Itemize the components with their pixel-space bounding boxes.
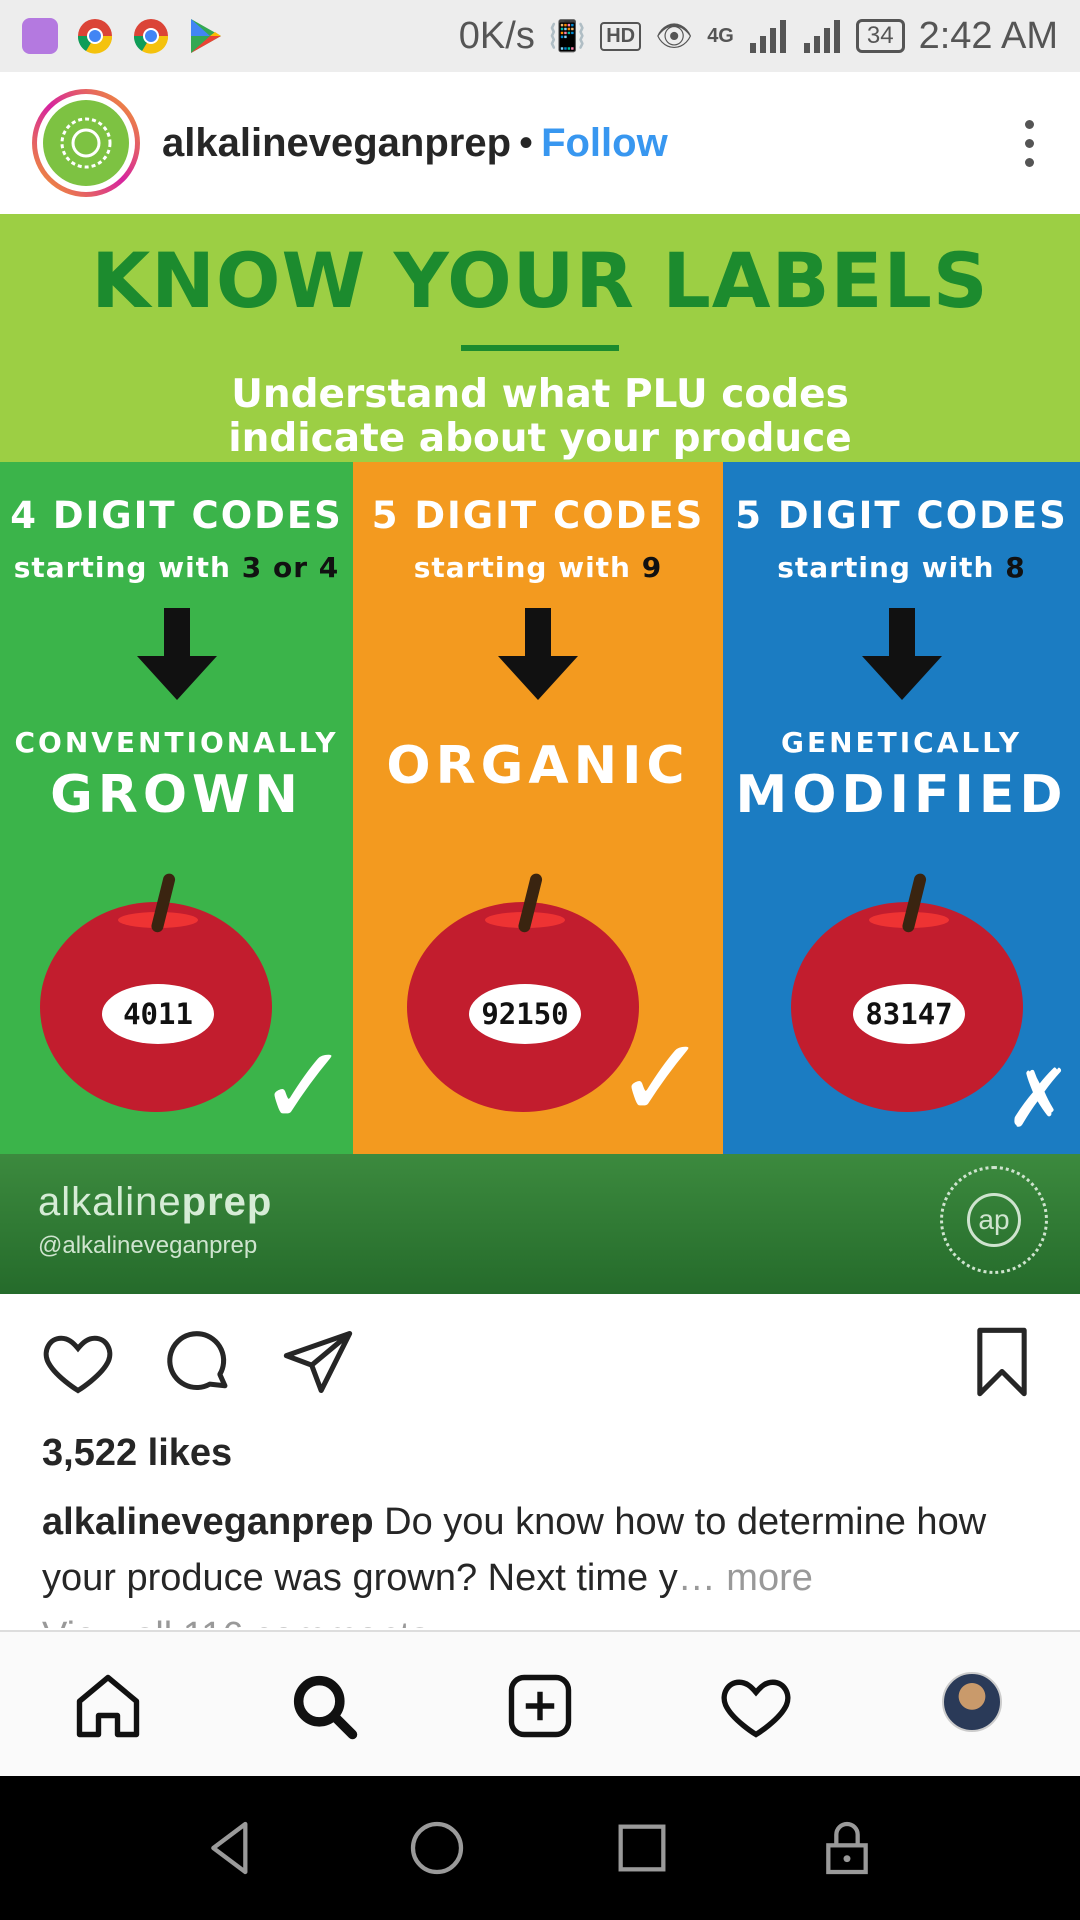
more-dot-icon — [1025, 138, 1034, 148]
column-label-big: MODIFIED — [735, 765, 1068, 825]
down-arrow-icon — [498, 608, 578, 702]
signal-icon-2 — [803, 20, 840, 53]
plu-sticker: 4011 — [102, 984, 214, 1044]
column-label-big: GROWN — [50, 765, 303, 825]
eye-comfort-icon: 👁 — [655, 19, 694, 53]
post-caption: alkalineveganprep Do you know how to det… — [42, 1494, 1052, 1606]
column-label-small: CONVENTIONALLY — [14, 726, 339, 759]
lock-icon[interactable] — [815, 1816, 879, 1880]
infographic-footer: alkalineprep @alkalineveganprep ap — [0, 1154, 1080, 1294]
gallery-notification-icon — [22, 18, 58, 54]
infographic-title: KNOW YOUR LABELS — [91, 236, 989, 325]
apple-illustration: 83147 — [791, 872, 1023, 1112]
column-label-small: GENETICALLY — [780, 726, 1022, 759]
brand-logo-icon — [43, 100, 129, 186]
hd-badge: HD — [600, 21, 642, 51]
column-label-big: ORGANIC — [386, 736, 690, 796]
home-icon[interactable] — [70, 1668, 146, 1744]
column-subheading: starting with 9 — [413, 551, 663, 584]
infographic-subtitle-1: Understand what PLU codes — [231, 372, 849, 417]
play-store-notification-icon — [191, 19, 221, 53]
plu-sticker: 83147 — [853, 984, 965, 1044]
bookmark-icon[interactable] — [964, 1324, 1040, 1400]
search-icon[interactable] — [286, 1668, 362, 1744]
column-subheading: starting with 8 — [777, 551, 1026, 584]
check-mark-icon: ✓ — [258, 1022, 351, 1150]
caption-username[interactable]: alkalineveganprep — [42, 1501, 374, 1543]
home-circle-icon[interactable] — [405, 1816, 469, 1880]
follow-button[interactable]: Follow — [541, 121, 668, 166]
brand-logo-icon: ap — [940, 1166, 1048, 1274]
down-arrow-icon — [136, 608, 217, 702]
system-navigation-bar — [0, 1776, 1080, 1920]
check-mark-icon: ✓ — [615, 1014, 708, 1142]
gmo-column: 5 DIGIT CODES starting with 8 GENETICALL… — [723, 462, 1080, 1154]
chrome-notification-icon-2 — [133, 19, 169, 54]
bottom-nav — [0, 1630, 1080, 1776]
battery-icon: 34 — [855, 19, 905, 53]
title-divider — [461, 345, 619, 351]
net-speed: 0K/s — [458, 14, 535, 57]
infographic-subtitle-2: indicate about your produce — [228, 416, 852, 461]
more-dot-icon — [1025, 119, 1034, 129]
activity-icon[interactable] — [718, 1668, 794, 1744]
column-subheading: starting with 3 or 4 — [13, 551, 340, 584]
plu-sticker: 92150 — [469, 984, 581, 1044]
network-type: 4G — [707, 24, 734, 47]
brand-wordmark: alkalineprep — [38, 1180, 273, 1224]
comment-icon[interactable] — [160, 1324, 236, 1400]
infographic-header: KNOW YOUR LABELS Understand what PLU cod… — [0, 214, 1080, 462]
column-heading: 5 DIGIT CODES — [371, 494, 705, 537]
more-options-button[interactable] — [1025, 119, 1034, 167]
post-header: alkalineveganprep • Follow — [0, 72, 1080, 214]
back-icon[interactable] — [200, 1816, 264, 1880]
account-avatar[interactable] — [32, 89, 140, 197]
conventional-column: 4 DIGIT CODES starting with 3 or 4 CONVE… — [0, 462, 353, 1154]
down-arrow-icon — [861, 608, 942, 702]
signal-icon — [749, 20, 786, 53]
brand-handle: @alkalineveganprep — [38, 1232, 258, 1259]
column-heading: 4 DIGIT CODES — [10, 494, 343, 537]
heart-icon[interactable] — [40, 1324, 116, 1400]
chrome-notification-icon — [77, 19, 113, 54]
post-username[interactable]: alkalineveganprep — [162, 121, 511, 166]
add-post-icon[interactable] — [502, 1668, 578, 1744]
post-image[interactable]: KNOW YOUR LABELS Understand what PLU cod… — [0, 214, 1080, 1294]
vibrate-icon: 📳 — [548, 19, 587, 53]
caption-ellipsis: … — [677, 1557, 716, 1599]
status-bar: 0K/s 📳 HD 👁 4G 34 2:42 AM — [0, 0, 1080, 72]
apple-illustration: 4011 — [40, 872, 272, 1112]
notification-icons — [22, 17, 224, 55]
x-mark-icon: ✗ — [1005, 1052, 1073, 1145]
profile-avatar[interactable] — [942, 1672, 1002, 1732]
separator-dot: • — [519, 120, 534, 165]
caption-more-link[interactable]: more — [726, 1557, 813, 1599]
apple-illustration: 92150 — [407, 872, 639, 1112]
organic-column: 5 DIGIT CODES starting with 9 ORGANIC 92… — [353, 462, 723, 1154]
column-heading: 5 DIGIT CODES — [735, 494, 1068, 537]
share-icon[interactable] — [280, 1324, 356, 1400]
view-comments-link[interactable]: View all 116 comments — [42, 1614, 429, 1628]
clock: 2:42 AM — [918, 14, 1058, 57]
post-actions — [0, 1294, 1080, 1434]
more-dot-icon — [1025, 157, 1034, 167]
likes-count[interactable]: 3,522 likes — [42, 1432, 232, 1475]
recents-icon[interactable] — [610, 1816, 674, 1880]
